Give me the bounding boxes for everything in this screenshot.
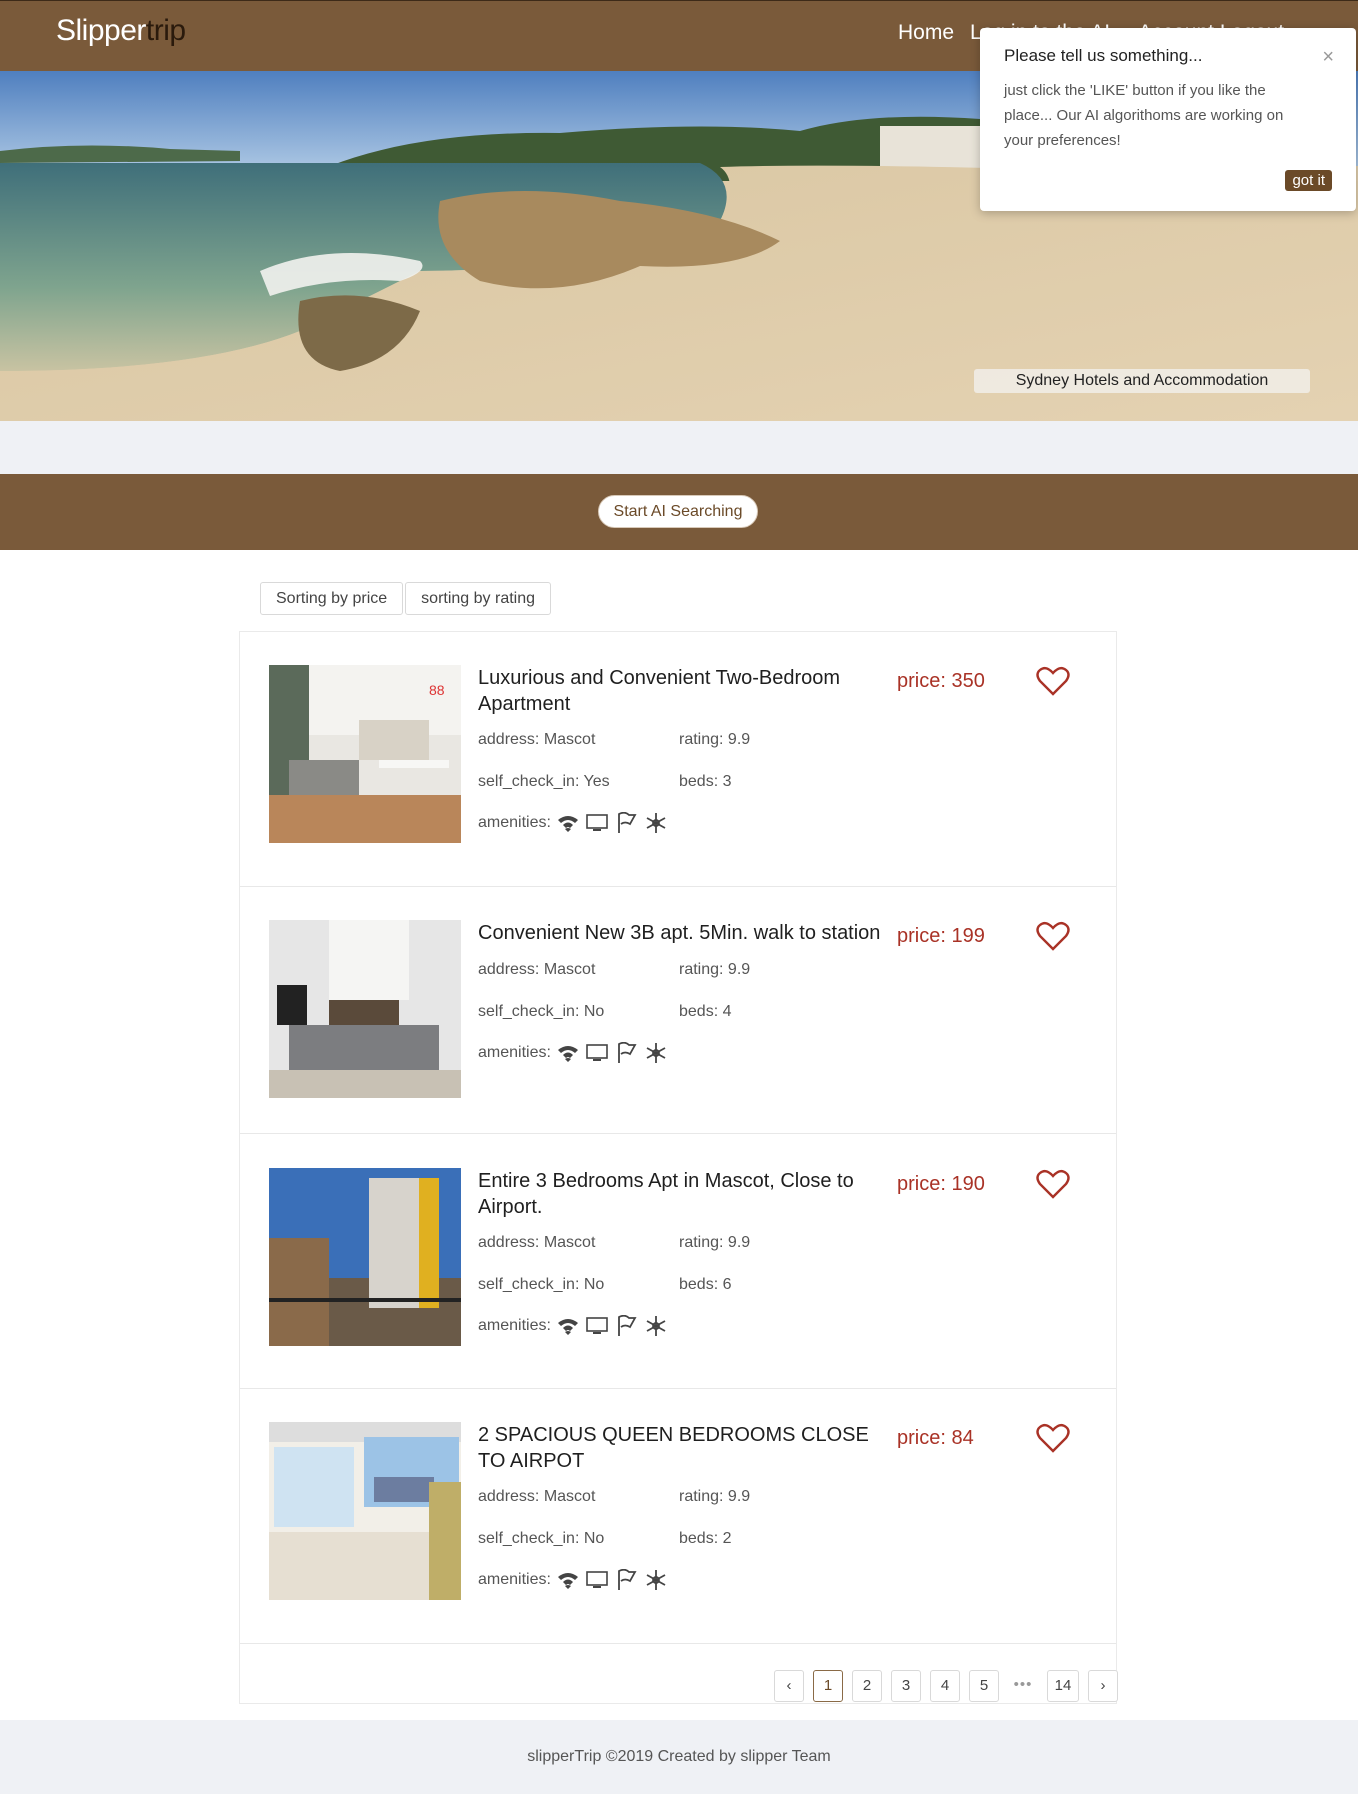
snowflake-icon <box>646 1043 666 1063</box>
listing-amenities: amenities: <box>478 1569 667 1591</box>
flag-icon <box>618 812 637 833</box>
page-button-14[interactable]: 14 <box>1047 1670 1079 1702</box>
footer: slipperTrip ©2019 Created by slipper Tea… <box>0 1720 1358 1794</box>
page-ellipsis[interactable]: ••• <box>1008 1670 1038 1702</box>
sort-by-price-button[interactable]: Sorting by price <box>260 582 404 615</box>
amenities-label: amenities: <box>478 1571 551 1588</box>
ai-search-bar: Start AI Searching <box>0 474 1358 550</box>
listing-title[interactable]: Luxurious and Convenient Two-Bedroom Apa… <box>478 665 878 717</box>
close-icon[interactable]: × <box>1322 46 1334 69</box>
like-heart-icon[interactable] <box>1036 1168 1070 1200</box>
listing-photo[interactable] <box>269 920 461 1098</box>
amenities-label: amenities: <box>478 1317 551 1334</box>
snowflake-icon <box>646 1316 666 1336</box>
like-heart-icon[interactable] <box>1036 920 1070 952</box>
pagination: ‹ 1 2 3 4 5 ••• 14 › <box>774 1670 1127 1702</box>
like-heart-icon[interactable] <box>1036 665 1070 697</box>
page-button-1[interactable]: 1 <box>813 1670 843 1702</box>
wifi-icon <box>557 816 578 832</box>
listing-beds: beds: 4 <box>679 1003 732 1020</box>
tv-icon <box>586 1044 608 1061</box>
listing-rating: rating: 9.9 <box>679 1234 751 1251</box>
listing-title[interactable]: Convenient New 3B apt. 5Min. walk to sta… <box>478 920 898 946</box>
listing-self-check-in: self_check_in: Yes <box>478 773 610 790</box>
snowflake-icon <box>646 1570 666 1590</box>
listing-price: price: 350 <box>897 670 985 692</box>
wifi-icon <box>557 1046 578 1062</box>
listing-address: address: Mascot <box>478 1234 596 1251</box>
next-page-button[interactable]: › <box>1088 1670 1118 1702</box>
amenities-label: amenities: <box>478 814 551 831</box>
listing-card[interactable]: 88 Luxurious and Convenient Two-Bedroom … <box>240 632 1116 887</box>
nav-home-link[interactable]: Home <box>898 21 954 45</box>
prev-page-button[interactable]: ‹ <box>774 1670 804 1702</box>
page-button-2[interactable]: 2 <box>852 1670 882 1702</box>
logo[interactable]: Slippertrip <box>56 14 186 48</box>
hero-caption: Sydney Hotels and Accommodation <box>974 369 1310 393</box>
listing-rating: rating: 9.9 <box>679 731 751 748</box>
logo-part-2: trip <box>145 14 186 47</box>
listing-self-check-in: self_check_in: No <box>478 1003 605 1020</box>
listing-address: address: Mascot <box>478 1488 596 1505</box>
page-button-5[interactable]: 5 <box>969 1670 999 1702</box>
page-button-4[interactable]: 4 <box>930 1670 960 1702</box>
listing-card[interactable]: Entire 3 Bedrooms Apt in Mascot, Close t… <box>240 1133 1116 1389</box>
tip-popup: Please tell us something... × just click… <box>980 28 1356 211</box>
listing-card[interactable]: 2 SPACIOUS QUEEN BEDROOMS CLOSE TO AIRPO… <box>240 1388 1116 1644</box>
listing-amenities: amenities: <box>478 812 667 834</box>
listing-price: price: 199 <box>897 925 985 947</box>
listing-self-check-in: self_check_in: No <box>478 1530 605 1547</box>
wifi-icon <box>557 1573 578 1589</box>
listing-beds: beds: 6 <box>679 1276 732 1293</box>
wifi-icon <box>557 1319 578 1335</box>
listing-address: address: Mascot <box>478 731 596 748</box>
snowflake-icon <box>646 813 666 833</box>
listing-beds: beds: 3 <box>679 773 732 790</box>
listing-card[interactable]: Convenient New 3B apt. 5Min. walk to sta… <box>240 886 1116 1134</box>
listing-rating: rating: 9.9 <box>679 1488 751 1505</box>
listing-title[interactable]: Entire 3 Bedrooms Apt in Mascot, Close t… <box>478 1168 878 1220</box>
like-heart-icon[interactable] <box>1036 1422 1070 1454</box>
listing-amenities: amenities: <box>478 1042 667 1064</box>
flag-icon <box>618 1042 637 1063</box>
listing-rating: rating: 9.9 <box>679 961 751 978</box>
svg-text:88: 88 <box>429 682 445 698</box>
flag-icon <box>618 1315 637 1336</box>
listing-photo[interactable] <box>269 1168 461 1346</box>
popup-body: just click the 'LIKE' button if you like… <box>1004 82 1284 149</box>
listing-title[interactable]: 2 SPACIOUS QUEEN BEDROOMS CLOSE TO AIRPO… <box>478 1422 878 1474</box>
listing-photo[interactable]: 88 <box>269 665 461 843</box>
start-ai-searching-button[interactable]: Start AI Searching <box>598 495 758 528</box>
listing-price: price: 84 <box>897 1427 974 1449</box>
listing-beds: beds: 2 <box>679 1530 732 1547</box>
listing-address: address: Mascot <box>478 961 596 978</box>
amenities-label: amenities: <box>478 1044 551 1061</box>
sort-by-rating-button[interactable]: sorting by rating <box>405 582 552 615</box>
tv-icon <box>586 1317 608 1334</box>
tv-icon <box>586 814 608 831</box>
got-it-button[interactable]: got it <box>1285 170 1332 191</box>
listing-self-check-in: self_check_in: No <box>478 1276 605 1293</box>
listing-amenities: amenities: <box>478 1315 667 1337</box>
listing-list: 88 Luxurious and Convenient Two-Bedroom … <box>239 631 1117 1704</box>
logo-part-1: Slipper <box>56 14 146 47</box>
sort-buttons: Sorting by price sorting by rating <box>260 582 552 615</box>
listing-photo[interactable] <box>269 1422 461 1600</box>
popup-title: Please tell us something... <box>1004 46 1203 65</box>
flag-icon <box>618 1569 637 1590</box>
tv-icon <box>586 1571 608 1588</box>
listing-price: price: 190 <box>897 1173 985 1195</box>
page-button-3[interactable]: 3 <box>891 1670 921 1702</box>
